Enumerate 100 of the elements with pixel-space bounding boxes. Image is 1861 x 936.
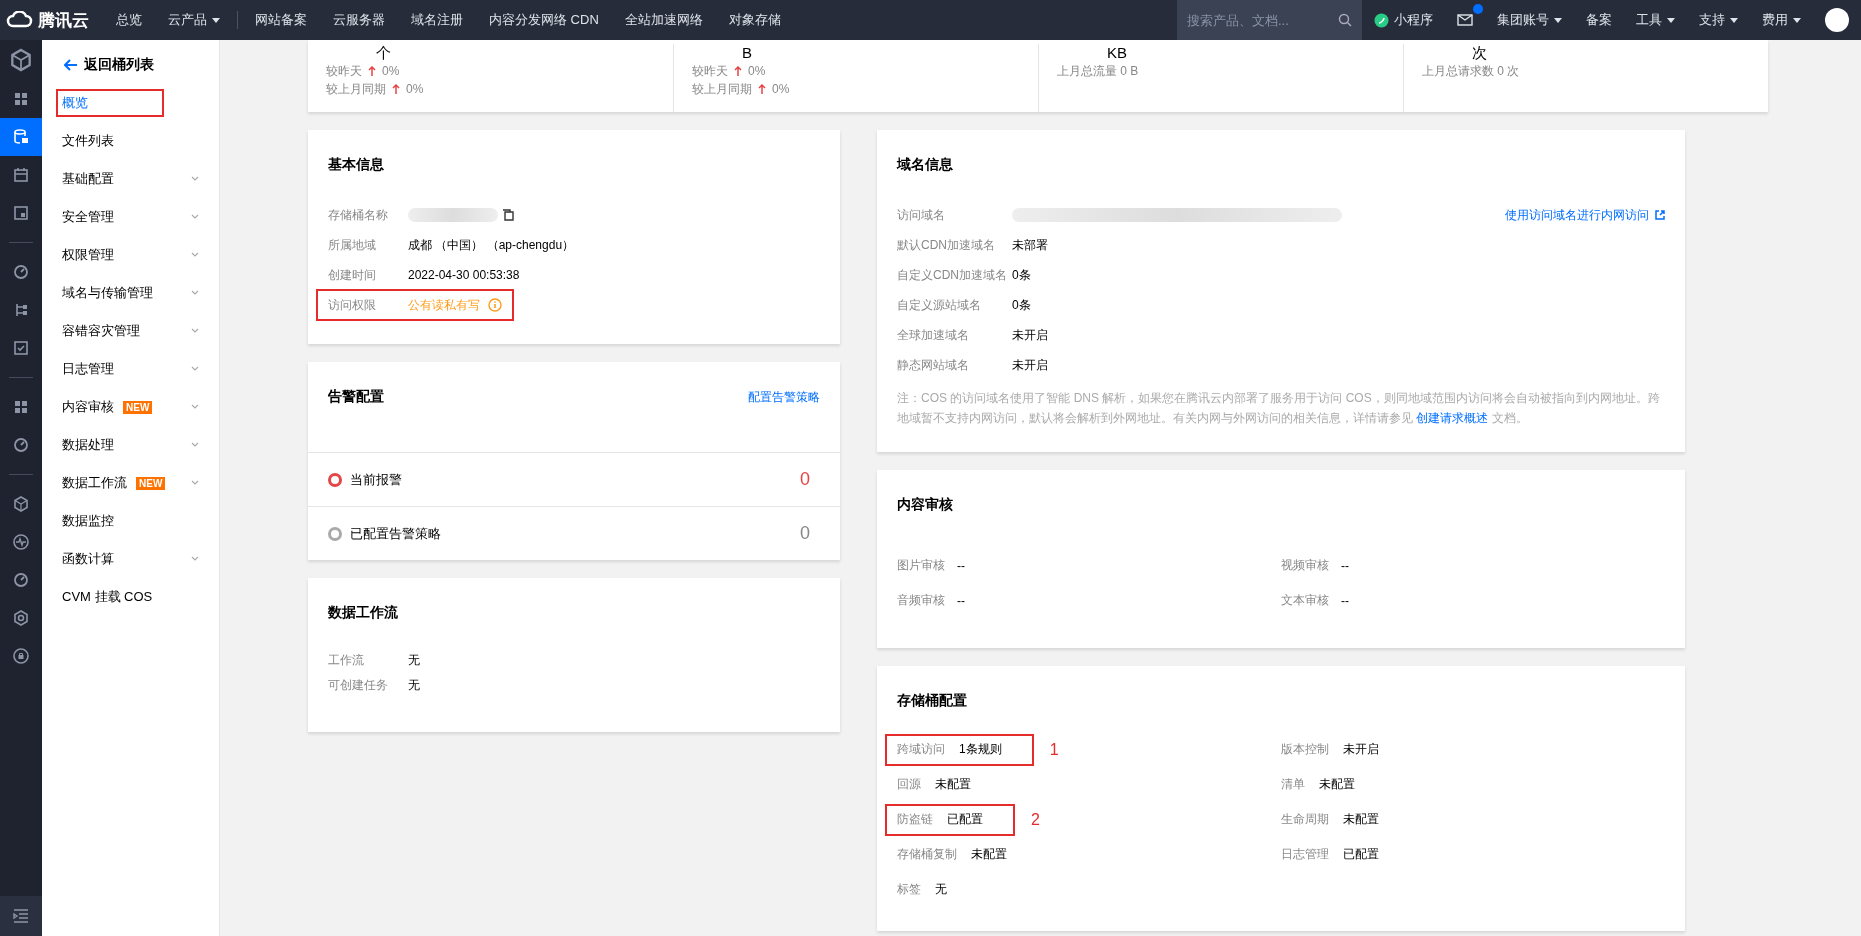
external-link-icon bbox=[1655, 210, 1665, 220]
sidebar-item[interactable]: 内容审核 NEW bbox=[42, 388, 219, 426]
nav-link[interactable]: 内容分发网络 CDN bbox=[476, 11, 612, 29]
field-value: 未配置 bbox=[971, 846, 1007, 863]
card-title: 存储桶配置 bbox=[897, 692, 967, 710]
field-value: 未开启 bbox=[1012, 356, 1048, 374]
sidebar-item[interactable]: 数据监控 bbox=[42, 502, 219, 540]
sidebar-item[interactable]: 安全管理 bbox=[42, 198, 219, 236]
stat-unit: KB bbox=[1107, 44, 1127, 62]
nav-link[interactable]: 云产品 bbox=[155, 11, 233, 29]
field-label: 自定义CDN加速域名 bbox=[897, 266, 1008, 284]
field-label: 日志管理 bbox=[1281, 846, 1329, 863]
mini-program-icon bbox=[1374, 12, 1389, 28]
alarm-label: 当前报警 bbox=[350, 470, 402, 489]
grid-icon bbox=[12, 398, 30, 416]
card-title: 数据工作流 bbox=[328, 604, 398, 622]
gauge-icon bbox=[12, 436, 30, 454]
intranet-access-link[interactable]: 使用访问域名进行内网访问 bbox=[1505, 206, 1665, 224]
nav-link[interactable]: 域名注册 bbox=[398, 11, 476, 29]
nav-link[interactable]: 云服务器 bbox=[320, 11, 398, 29]
annotation-number: 1 bbox=[1049, 740, 1059, 759]
mail-icon[interactable] bbox=[1457, 14, 1473, 26]
field-label: 跨域访问 bbox=[897, 741, 945, 758]
sidebar-item[interactable]: 概览 bbox=[42, 84, 219, 122]
field-value: 已配置 bbox=[947, 811, 983, 828]
field-value: -- bbox=[1341, 593, 1349, 608]
field-value: 2022-04-30 00:53:38 bbox=[408, 268, 520, 282]
field-value: -- bbox=[957, 593, 965, 608]
brand-name[interactable]: 腾讯云 bbox=[38, 8, 89, 32]
annotation-number: 2 bbox=[1031, 810, 1040, 829]
sidebar-item[interactable]: 权限管理 bbox=[42, 236, 219, 274]
nav-menu[interactable]: 费用 bbox=[1750, 11, 1813, 29]
sidebar-item[interactable]: 数据处理 bbox=[42, 426, 219, 464]
card-title: 域名信息 bbox=[897, 156, 953, 174]
field-label: 清单 bbox=[1281, 776, 1305, 793]
stat-label: 较上月同期 bbox=[692, 81, 752, 98]
rail-item[interactable] bbox=[0, 118, 42, 156]
field-value: 未配置 bbox=[1343, 811, 1379, 828]
field-label: 图片审核 bbox=[897, 557, 946, 574]
sidebar-item[interactable]: 数据工作流 NEW bbox=[42, 464, 219, 502]
field-label: 版本控制 bbox=[1281, 741, 1329, 758]
field-label: 视频审核 bbox=[1281, 557, 1330, 574]
field-label: 全球加速域名 bbox=[897, 326, 970, 344]
database-icon bbox=[12, 128, 30, 146]
field-value: 无 bbox=[935, 881, 947, 898]
nav-link[interactable]: 对象存储 bbox=[715, 11, 794, 29]
calendar-icon bbox=[12, 166, 30, 184]
copy-icon[interactable] bbox=[502, 209, 514, 221]
collapse-menu-icon[interactable] bbox=[13, 909, 29, 923]
field-value: 公有读私有写 bbox=[408, 296, 480, 314]
field-label: 生命周期 bbox=[1281, 811, 1329, 828]
sidebar-item[interactable]: 域名与传输管理 bbox=[42, 274, 219, 312]
nav-link[interactable]: 网站备案 bbox=[242, 11, 320, 29]
user-avatar[interactable] bbox=[1825, 8, 1849, 32]
field-label: 工作流 bbox=[328, 652, 365, 669]
alarm-count: 0 bbox=[800, 523, 811, 544]
card-title: 基本信息 bbox=[328, 156, 384, 174]
field-label: 默认CDN加速域名 bbox=[897, 236, 996, 254]
field-label: 访问域名 bbox=[897, 206, 946, 224]
field-label: 访问权限 bbox=[328, 296, 377, 314]
sidebar-item[interactable]: 日志管理 bbox=[42, 350, 219, 388]
stat-unit: B bbox=[742, 44, 752, 62]
field-label: 标签 bbox=[897, 881, 921, 898]
field-value: 未配置 bbox=[1319, 776, 1355, 793]
field-value: 0条 bbox=[1012, 296, 1031, 314]
alarm-label: 已配置告警策略 bbox=[350, 524, 441, 543]
request-overview-link[interactable]: 创建请求概述 bbox=[1416, 411, 1489, 425]
nav-menu[interactable]: 支持 bbox=[1687, 11, 1750, 29]
field-value: 无 bbox=[408, 677, 420, 694]
stat-unit: 个 bbox=[376, 44, 391, 62]
field-value: -- bbox=[1341, 558, 1349, 573]
new-badge: NEW bbox=[136, 476, 166, 490]
nav-link[interactable]: 全站加速网络 bbox=[611, 11, 716, 29]
back-link[interactable]: 返回桶列表 bbox=[42, 46, 219, 84]
sidebar-item[interactable]: 文件列表 bbox=[42, 122, 219, 160]
nav-menu[interactable]: 工具 bbox=[1624, 11, 1687, 29]
field-value: 成都 （中国） （ap-chengdu） bbox=[408, 236, 575, 254]
field-value: 0条 bbox=[1012, 266, 1031, 284]
sidebar-item[interactable]: CVM 挂载 COS bbox=[42, 578, 219, 616]
field-label: 回源 bbox=[897, 776, 921, 793]
stat-value: 0% bbox=[382, 63, 400, 80]
cube-logo-icon[interactable] bbox=[8, 47, 34, 73]
sidebar-item[interactable]: 容错容灾管理 bbox=[42, 312, 219, 350]
sidebar-item[interactable]: 函数计算 bbox=[42, 540, 219, 578]
nav-menu[interactable]: 备案 bbox=[1574, 11, 1624, 29]
configure-alarm-link[interactable]: 配置告警策略 bbox=[748, 388, 820, 406]
stat-label: 较上月同期 bbox=[326, 81, 386, 98]
field-value: 未配置 bbox=[935, 776, 971, 793]
field-value: 未部署 bbox=[1012, 236, 1048, 254]
field-label: 音频审核 bbox=[897, 592, 946, 609]
stat-value: 0% bbox=[772, 81, 790, 98]
search-field[interactable]: 搜索产品、文档... bbox=[1177, 0, 1362, 40]
field-label: 防盗链 bbox=[897, 811, 933, 828]
field-value: 1条规则 bbox=[959, 741, 1002, 758]
field-label: 存储桶复制 bbox=[897, 846, 957, 863]
nav-menu[interactable]: 集团账号 bbox=[1485, 11, 1574, 29]
gauge-icon bbox=[12, 263, 30, 281]
mini-program-link[interactable]: 小程序 bbox=[1362, 11, 1445, 29]
nav-link[interactable]: 总览 bbox=[103, 11, 155, 29]
sidebar-item[interactable]: 基础配置 bbox=[42, 160, 219, 198]
